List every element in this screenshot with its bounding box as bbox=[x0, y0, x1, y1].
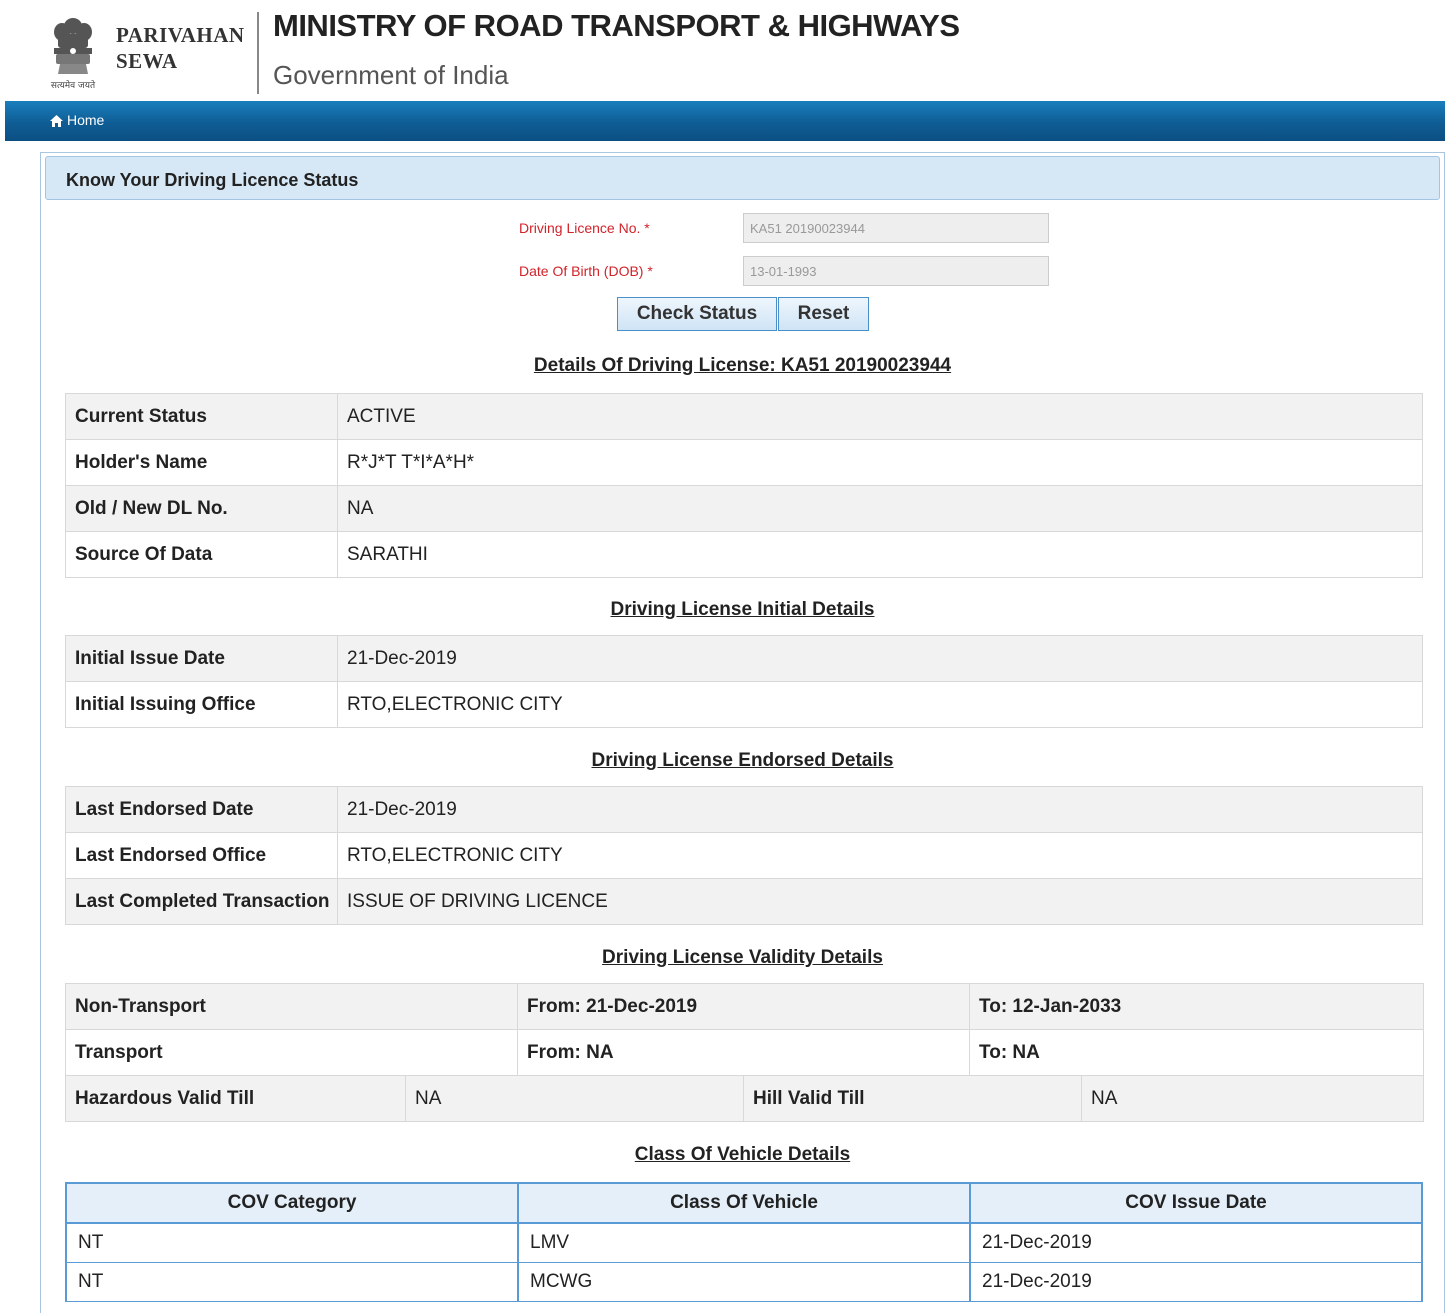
table-row: Hazardous Valid Till NA Hill Valid Till … bbox=[65, 1075, 1425, 1122]
table-row: Last Endorsed Date 21-Dec-2019 bbox=[65, 786, 1423, 833]
table-row: Last Endorsed Office RTO,ELECTRONIC CITY bbox=[65, 832, 1423, 879]
validity-table: Non-Transport From: 21-Dec-2019 To: 12-J… bbox=[64, 983, 1425, 1122]
table-row: Last Completed Transaction ISSUE OF DRIV… bbox=[65, 878, 1423, 925]
source-of-data-value: SARATHI bbox=[337, 531, 1423, 578]
holder-name-label: Holder's Name bbox=[65, 439, 338, 486]
hill-valid-label: Hill Valid Till bbox=[743, 1075, 1083, 1122]
last-transaction-value: ISSUE OF DRIVING LICENCE bbox=[337, 878, 1423, 925]
hill-valid-value: NA bbox=[1081, 1075, 1425, 1122]
dl-number-label: Driving Licence No. * bbox=[519, 220, 650, 236]
cov-header-row: COV Category Class Of Vehicle COV Issue … bbox=[65, 1182, 1423, 1224]
initial-section-title: Driving License Initial Details bbox=[610, 599, 875, 620]
dob-input[interactable] bbox=[743, 256, 1049, 286]
old-new-dl-value: NA bbox=[337, 485, 1423, 532]
home-icon bbox=[50, 115, 63, 127]
brand-line-2: SEWA bbox=[116, 49, 178, 73]
last-endorsed-date-value: 21-Dec-2019 bbox=[337, 786, 1423, 833]
last-endorsed-office-value: RTO,ELECTRONIC CITY bbox=[337, 832, 1423, 879]
brand-name: PARIVAHAN SEWA bbox=[116, 22, 245, 74]
current-status-value: ACTIVE bbox=[337, 393, 1423, 440]
cov-category-cell: NT bbox=[65, 1222, 519, 1263]
initial-issue-date-value: 21-Dec-2019 bbox=[337, 635, 1423, 682]
government-subtitle: Government of India bbox=[273, 60, 509, 90]
table-row: NT LMV 21-Dec-2019 bbox=[65, 1222, 1423, 1263]
table-row: Holder's Name R*J*T T*I*A*H* bbox=[65, 439, 1423, 486]
dob-label: Date Of Birth (DOB) * bbox=[519, 263, 653, 279]
table-row: Initial Issue Date 21-Dec-2019 bbox=[65, 635, 1423, 682]
transport-from: From: NA bbox=[517, 1029, 971, 1076]
table-row: Current Status ACTIVE bbox=[65, 393, 1423, 440]
endorsed-section-title: Driving License Endorsed Details bbox=[591, 750, 894, 771]
initial-issue-date-label: Initial Issue Date bbox=[65, 635, 338, 682]
dl-status-panel: Know Your Driving Licence Status Driving… bbox=[40, 152, 1445, 1313]
cov-issue-date-cell: 21-Dec-2019 bbox=[969, 1222, 1423, 1263]
table-row: Initial Issuing Office RTO,ELECTRONIC CI… bbox=[65, 681, 1423, 728]
table-row: Old / New DL No. NA bbox=[65, 485, 1423, 532]
cov-issue-date-header: COV Issue Date bbox=[969, 1182, 1423, 1224]
transport-to: To: NA bbox=[969, 1029, 1425, 1076]
panel-title: Know Your Driving Licence Status bbox=[66, 170, 359, 190]
hazardous-valid-label: Hazardous Valid Till bbox=[65, 1075, 406, 1122]
validity-section-title: Driving License Validity Details bbox=[602, 947, 883, 968]
endorsed-table: Last Endorsed Date 21-Dec-2019 Last Endo… bbox=[65, 786, 1423, 925]
holder-name-value: R*J*T T*I*A*H* bbox=[337, 439, 1423, 486]
cov-table: COV Category Class Of Vehicle COV Issue … bbox=[65, 1182, 1423, 1302]
last-endorsed-date-label: Last Endorsed Date bbox=[65, 786, 338, 833]
current-status-label: Current Status bbox=[65, 393, 338, 440]
dl-number-input[interactable] bbox=[743, 213, 1049, 243]
class-of-vehicle-header: Class Of Vehicle bbox=[517, 1182, 971, 1224]
table-row: Non-Transport From: 21-Dec-2019 To: 12-J… bbox=[64, 983, 1425, 1030]
navigation-bar: Home bbox=[5, 101, 1445, 141]
ministry-title: MINISTRY OF ROAD TRANSPORT & HIGHWAYS bbox=[273, 8, 960, 43]
table-row: Source Of Data SARATHI bbox=[65, 531, 1423, 578]
panel-header: Know Your Driving Licence Status bbox=[45, 156, 1440, 200]
last-transaction-label: Last Completed Transaction bbox=[65, 878, 338, 925]
site-header: सत्यमेव जयते PARIVAHAN SEWA MINISTRY OF … bbox=[0, 0, 1453, 100]
class-of-vehicle-cell: LMV bbox=[517, 1222, 971, 1263]
source-of-data-label: Source Of Data bbox=[65, 531, 338, 578]
table-row: Transport From: NA To: NA bbox=[64, 1029, 1425, 1076]
reset-button[interactable]: Reset bbox=[778, 297, 869, 331]
old-new-dl-label: Old / New DL No. bbox=[65, 485, 338, 532]
non-transport-to: To: 12-Jan-2033 bbox=[969, 983, 1425, 1030]
initial-issuing-office-label: Initial Issuing Office bbox=[65, 681, 338, 728]
initial-table: Initial Issue Date 21-Dec-2019 Initial I… bbox=[65, 635, 1423, 728]
svg-text:सत्यमेव जयते: सत्यमेव जयते bbox=[51, 79, 96, 91]
transport-label: Transport bbox=[64, 1029, 519, 1076]
brand-line-1: PARIVAHAN bbox=[116, 23, 245, 47]
hazardous-valid-value: NA bbox=[404, 1075, 745, 1122]
nav-home-label: Home bbox=[67, 112, 105, 128]
last-endorsed-office-label: Last Endorsed Office bbox=[65, 832, 338, 879]
non-transport-label: Non-Transport bbox=[64, 983, 519, 1030]
initial-issuing-office-value: RTO,ELECTRONIC CITY bbox=[337, 681, 1423, 728]
non-transport-from: From: 21-Dec-2019 bbox=[517, 983, 971, 1030]
header-divider bbox=[257, 12, 259, 94]
cov-section-title: Class Of Vehicle Details bbox=[634, 1144, 851, 1165]
cov-category-header: COV Category bbox=[65, 1182, 519, 1224]
details-section-title: Details Of Driving License: KA51 2019002… bbox=[533, 355, 952, 376]
nav-home-link[interactable]: Home bbox=[50, 112, 104, 128]
check-status-button[interactable]: Check Status bbox=[617, 297, 777, 331]
details-table: Current Status ACTIVE Holder's Name R*J*… bbox=[65, 393, 1423, 578]
national-emblem-icon: सत्यमेव जयते bbox=[51, 18, 96, 91]
